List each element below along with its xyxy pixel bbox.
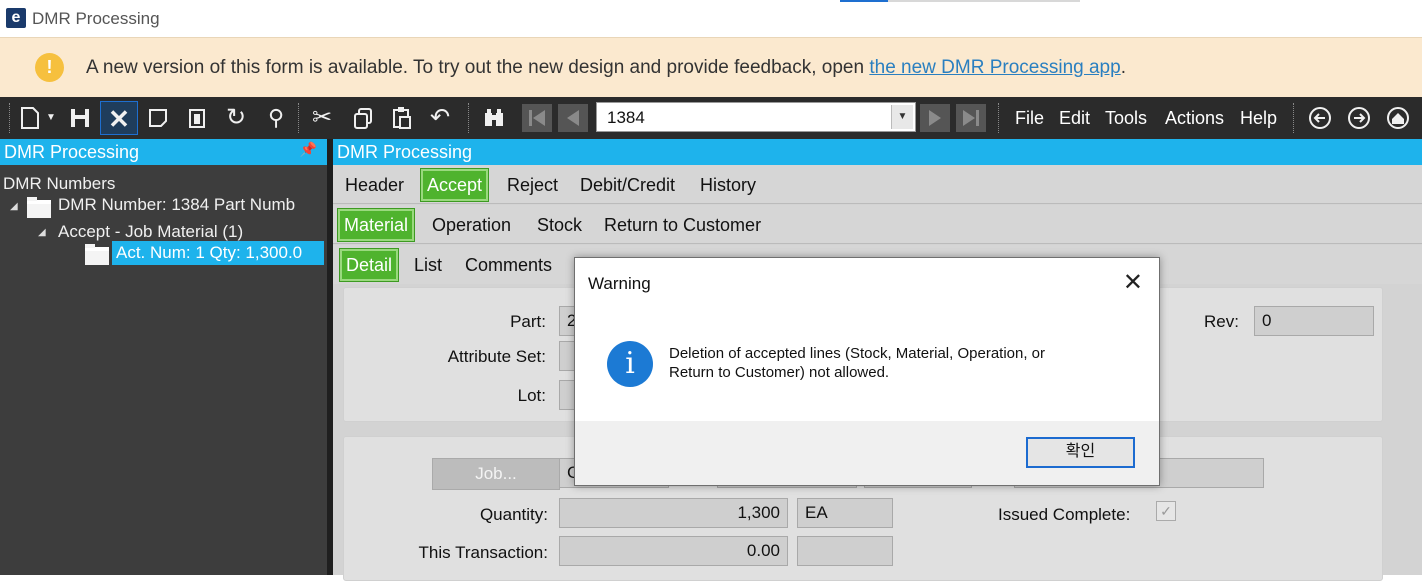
- pin-icon[interactable]: 📌: [300, 141, 317, 158]
- menu-actions[interactable]: Actions: [1165, 108, 1224, 129]
- tree-node-action-selected[interactable]: Act. Num: 1 Qty: 1,300.0: [112, 241, 324, 265]
- attachment-icon[interactable]: [184, 104, 212, 132]
- dialog-title: Warning: [588, 274, 651, 293]
- tab-header[interactable]: Header: [345, 175, 404, 196]
- tree-panel: DMR Processing 📌 DMR Numbers ◢ DMR Numbe…: [0, 139, 327, 575]
- toolbar-separator: [1293, 103, 1295, 133]
- tab-comments[interactable]: Comments: [465, 255, 552, 276]
- tree-panel-title: DMR Processing: [4, 142, 140, 162]
- dialog-footer: 확인: [575, 421, 1159, 485]
- app-logo-icon: e: [6, 8, 26, 28]
- quantity-field[interactable]: 1,300: [559, 498, 788, 528]
- back-arrow-icon[interactable]: [1306, 104, 1334, 132]
- last-record-icon[interactable]: [956, 104, 986, 132]
- collapse-triangle-icon[interactable]: ◢: [10, 201, 18, 212]
- this-transaction-label: This Transaction:: [418, 543, 548, 562]
- new-dropdown-icon[interactable]: ▼: [44, 104, 58, 132]
- title-bar: e DMR Processing: [0, 0, 1422, 36]
- tab-material[interactable]: Material: [337, 208, 416, 242]
- rev-field[interactable]: 0: [1254, 306, 1374, 336]
- window-title: DMR Processing: [32, 9, 160, 28]
- collapse-triangle-icon[interactable]: ◢: [38, 227, 46, 238]
- banner-message: A new version of this form is available.…: [86, 57, 1126, 79]
- cut-icon[interactable]: ✂: [308, 104, 336, 132]
- previous-record-icon[interactable]: [558, 104, 588, 132]
- tree-root[interactable]: DMR Numbers: [3, 174, 115, 194]
- copy-icon[interactable]: [350, 104, 378, 132]
- home-icon[interactable]: [1384, 104, 1412, 132]
- tab-history[interactable]: History: [700, 175, 756, 196]
- warning-icon: !: [35, 53, 64, 82]
- search-binoculars-icon[interactable]: [480, 104, 508, 132]
- tab-reject[interactable]: Reject: [507, 175, 558, 196]
- form-panel-header: DMR Processing: [333, 139, 1422, 165]
- dialog-message-line: Deletion of accepted lines (Stock, Mater…: [669, 345, 1046, 362]
- save-icon[interactable]: [66, 104, 94, 132]
- menu-file[interactable]: File: [1015, 108, 1044, 129]
- chevron-down-icon[interactable]: ▼: [891, 105, 913, 129]
- undo-icon[interactable]: ↶: [426, 104, 454, 132]
- tab-list[interactable]: List: [414, 255, 442, 276]
- tab-detail[interactable]: Detail: [339, 248, 400, 282]
- clear-icon[interactable]: [144, 104, 172, 132]
- paste-icon[interactable]: [388, 104, 416, 132]
- dialog-message-line: Return to Customer) not allowed.: [669, 364, 890, 381]
- uom-field[interactable]: EA: [797, 498, 893, 528]
- title-accent: [840, 0, 888, 2]
- new-version-banner: ! A new version of this form is availabl…: [0, 37, 1422, 97]
- attribute-set-label: Attribute Set:: [447, 347, 546, 366]
- rev-label: Rev:: [1204, 312, 1239, 331]
- this-transaction-uom-field[interactable]: [797, 536, 893, 566]
- banner-text: A new version of this form is available.…: [86, 57, 870, 78]
- menu-tools[interactable]: Tools: [1105, 108, 1147, 129]
- toolbar-separator: [298, 103, 300, 133]
- delete-icon[interactable]: ✕: [100, 101, 138, 135]
- new-app-link[interactable]: the new DMR Processing app: [869, 57, 1120, 78]
- dialog-message: Deletion of accepted lines (Stock, Mater…: [669, 344, 1129, 382]
- mid-tab-row: Material Operation Stock Return to Custo…: [333, 205, 1422, 244]
- job-button[interactable]: Job...: [432, 458, 560, 490]
- toolbar-separator: [468, 103, 470, 133]
- form-panel-title: DMR Processing: [337, 142, 473, 162]
- tree-node-accept[interactable]: Accept - Job Material (1): [58, 222, 243, 242]
- tree-node-action: Act. Num: 1 Qty: 1,300.0: [116, 243, 303, 262]
- title-accent-track: [888, 0, 1080, 2]
- tab-stock[interactable]: Stock: [537, 215, 582, 236]
- tab-debit-credit[interactable]: Debit/Credit: [580, 175, 675, 196]
- lot-label: Lot:: [517, 386, 546, 405]
- menu-edit[interactable]: Edit: [1059, 108, 1090, 129]
- toolbar-separator: [998, 103, 1000, 133]
- quantity-label: Quantity:: [479, 505, 548, 524]
- first-record-icon[interactable]: [522, 104, 552, 132]
- banner-suffix: .: [1120, 57, 1126, 78]
- info-icon: i: [607, 341, 653, 387]
- tab-operation[interactable]: Operation: [432, 215, 511, 236]
- clear-brush-icon[interactable]: ⚲: [262, 104, 290, 132]
- top-tab-row: Header Accept Reject Debit/Credit Histor…: [333, 165, 1422, 204]
- dmr-number-value: 1384: [607, 108, 645, 127]
- close-icon[interactable]: ✕: [1123, 268, 1143, 297]
- folder-icon: [85, 244, 109, 265]
- toolbar: ▼ ✕ ↻ ⚲ ✂ ↶ 1384 ▼ File Edit Tools Actio…: [0, 97, 1422, 139]
- this-transaction-field[interactable]: 0.00: [559, 536, 788, 566]
- issued-complete-checkbox[interactable]: ✓: [1156, 501, 1176, 521]
- ok-button[interactable]: 확인: [1026, 437, 1135, 468]
- tree-panel-header: DMR Processing 📌: [0, 139, 327, 165]
- folder-icon: [27, 197, 51, 218]
- refresh-icon[interactable]: ↻: [222, 104, 250, 132]
- tab-return-to-customer[interactable]: Return to Customer: [604, 215, 761, 236]
- part-label: Part:: [510, 312, 546, 331]
- warning-dialog: Warning ✕ i Deletion of accepted lines (…: [574, 257, 1160, 486]
- tab-accept[interactable]: Accept: [420, 168, 490, 202]
- forward-arrow-icon[interactable]: [1345, 104, 1373, 132]
- new-icon[interactable]: [16, 104, 44, 132]
- tree-node-dmr[interactable]: DMR Number: 1384 Part Numb: [58, 195, 295, 215]
- toolbar-grip: [9, 103, 11, 133]
- next-record-icon[interactable]: [920, 104, 950, 132]
- issued-complete-label: Issued Complete:: [998, 505, 1131, 524]
- dmr-number-combo[interactable]: 1384 ▼: [596, 102, 916, 132]
- menu-help[interactable]: Help: [1240, 108, 1277, 129]
